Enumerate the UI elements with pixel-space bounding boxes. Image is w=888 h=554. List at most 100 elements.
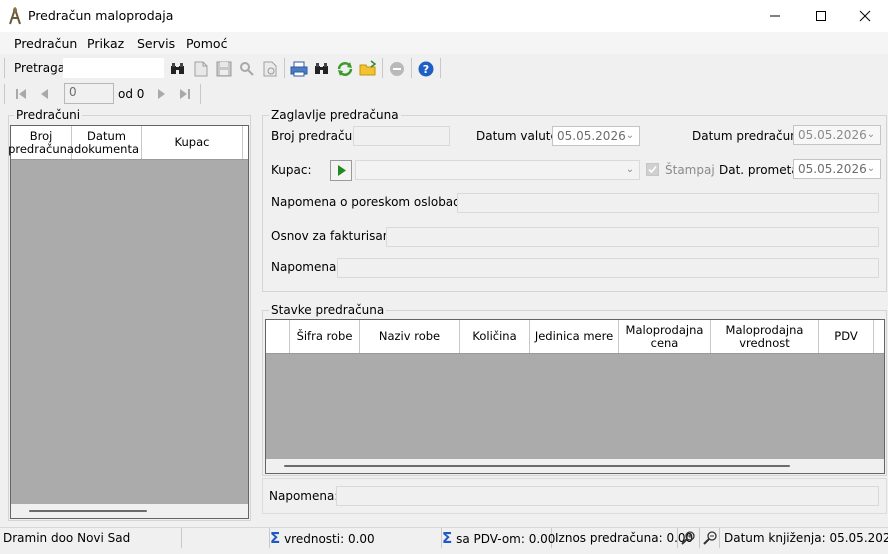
chevron-down-icon: ⌄ (866, 129, 876, 140)
help-icon[interactable]: ? (417, 60, 435, 78)
osnov-label: Osnov za fakturisanje: (271, 229, 406, 243)
maximize-button[interactable] (798, 0, 844, 32)
kupac-label: Kupac: (271, 163, 312, 177)
invoices-grid-hscrollbar[interactable] (11, 504, 248, 518)
kupac-select-button[interactable] (330, 160, 352, 181)
kupac-combobox[interactable]: ⌄ (355, 160, 640, 180)
app-icon (9, 7, 21, 25)
menu-bar: Predračun Prikaz Servis Pomoć (0, 32, 888, 54)
print-icon[interactable] (290, 60, 308, 78)
row-header-column (266, 320, 290, 353)
toolbar-grip (4, 84, 5, 104)
record-position-field[interactable]: 0 (64, 83, 114, 104)
record-count-label: od 0 (118, 87, 145, 101)
refresh-icon[interactable] (336, 60, 354, 78)
stampaj-label: Štampaj (665, 163, 715, 177)
last-record-icon[interactable] (176, 85, 194, 103)
search-record-icon[interactable] (238, 60, 256, 78)
search-label: Pretraga: (14, 61, 70, 75)
scrollbar-thumb[interactable] (29, 510, 147, 512)
items-grid[interactable]: Šifra robe Naziv robe Količina Jedinica … (265, 319, 885, 474)
open-folder-icon[interactable] (359, 60, 377, 78)
toolbar-separator (200, 84, 201, 104)
invoices-grid[interactable]: Broj predračuna Datum dokumenta Kupac (8, 125, 249, 519)
save-icon[interactable] (215, 60, 233, 78)
invoices-grid-header: Broj predračuna Datum dokumenta Kupac (8, 126, 248, 160)
dat-prometa-label: Dat. prometa: (719, 163, 803, 177)
column-header-kupac[interactable]: Kupac (142, 126, 243, 159)
datum-predracuna-value: 05.05.2026 (798, 128, 867, 142)
napomena-items-label: Napomena: (269, 489, 339, 503)
napomena-items-field[interactable] (336, 486, 879, 506)
invoices-groupbox-title: Predračuni (14, 108, 83, 122)
status-spacer (182, 528, 270, 548)
zoom-out-icon (703, 531, 717, 545)
find-icon[interactable] (313, 60, 331, 78)
new-document-icon[interactable] (192, 60, 210, 78)
cancel-icon[interactable] (388, 60, 406, 78)
stampaj-checkbox[interactable] (646, 163, 659, 176)
chevron-down-icon: ⌄ (625, 130, 635, 141)
status-bar: Dramin doo Novi Sad Σ vrednosti: 0.00 Σ … (0, 527, 888, 548)
zoom-in-button[interactable] (678, 528, 700, 548)
minimize-icon (770, 15, 780, 17)
status-pdv-cell: Σ sa PDV-om: 0.00 (442, 528, 556, 548)
zoom-out-button[interactable] (700, 528, 720, 548)
previous-record-icon[interactable] (36, 85, 54, 103)
datum-valute-picker[interactable]: 05.05.2026 ⌄ (552, 126, 640, 146)
zoom-in-icon (681, 531, 695, 545)
sum-icon: Σ (270, 529, 281, 547)
scrollbar-thumb[interactable] (284, 465, 790, 467)
datum-predracuna-label: Datum predračuna: (692, 129, 810, 143)
close-button[interactable] (842, 0, 888, 32)
osnov-field[interactable] (386, 227, 879, 247)
menu-predracun[interactable]: Predračun (14, 36, 77, 51)
items-grid-hscrollbar[interactable] (266, 459, 884, 473)
column-header-kolicina[interactable]: Količina (460, 320, 530, 353)
close-icon (859, 10, 871, 22)
menu-prikaz[interactable]: Prikaz (87, 36, 124, 51)
column-header-mp-vrednost[interactable]: Maloprodajna vrednost (711, 320, 819, 353)
toolbar-separator (382, 58, 383, 78)
status-sa-pdv: sa PDV-om: 0.00 (456, 532, 556, 546)
datum-valute-label: Datum valute: (476, 129, 562, 143)
status-vrednosti-cell: Σ vrednosti: 0.00 (270, 528, 442, 548)
datum-valute-value: 05.05.2026 (557, 129, 626, 143)
main-toolbar: Pretraga: ? (0, 55, 888, 81)
datum-predracuna-picker[interactable]: 05.05.2026 ⌄ (793, 125, 881, 145)
napomena-header-label: Napomena: (271, 260, 341, 274)
broj-predracuna-field[interactable] (353, 126, 450, 146)
dat-prometa-value: 05.05.2026 (798, 162, 867, 176)
maximize-icon (816, 11, 826, 21)
column-header-broj[interactable]: Broj predračuna (8, 126, 74, 159)
sum-icon: Σ (442, 529, 453, 547)
items-groupbox-title: Stavke predračuna (269, 303, 387, 317)
napomena-header-field[interactable] (337, 258, 879, 278)
column-header-naziv[interactable]: Naziv robe (360, 320, 460, 353)
header-groupbox-title: Zaglavlje predračuna (269, 108, 401, 122)
column-header-mp-cena[interactable]: Maloprodajna cena (619, 320, 711, 353)
first-record-icon[interactable] (12, 85, 30, 103)
search-input[interactable] (63, 58, 164, 78)
status-iznos: Iznos predračuna: 0.00 (552, 528, 693, 548)
column-header-sifra[interactable]: Šifra robe (290, 320, 360, 353)
menu-pomoc[interactable]: Pomoć (186, 36, 227, 51)
column-header-pdv[interactable]: PDV (819, 320, 874, 353)
next-record-icon[interactable] (152, 85, 170, 103)
minimize-button[interactable] (752, 0, 798, 32)
column-header-jedinica[interactable]: Jedinica mere (530, 320, 619, 353)
items-grid-header: Šifra robe Naziv robe Količina Jedinica … (266, 320, 884, 354)
toolbar-separator (411, 58, 412, 78)
column-header-datum[interactable]: Datum dokumenta (72, 126, 142, 159)
checkmark-icon (648, 165, 657, 174)
play-icon (338, 165, 346, 176)
menu-servis[interactable]: Servis (137, 36, 175, 51)
preview-document-icon[interactable] (261, 60, 279, 78)
napomena-porez-field[interactable] (457, 193, 879, 213)
dat-prometa-picker[interactable]: 05.05.2026 ⌄ (793, 159, 881, 179)
toolbar-separator (284, 58, 285, 78)
toolbar-separator (440, 58, 441, 78)
status-company: Dramin doo Novi Sad (0, 528, 182, 548)
binoculars-icon[interactable] (169, 60, 187, 78)
toolbar-grip (4, 58, 5, 78)
